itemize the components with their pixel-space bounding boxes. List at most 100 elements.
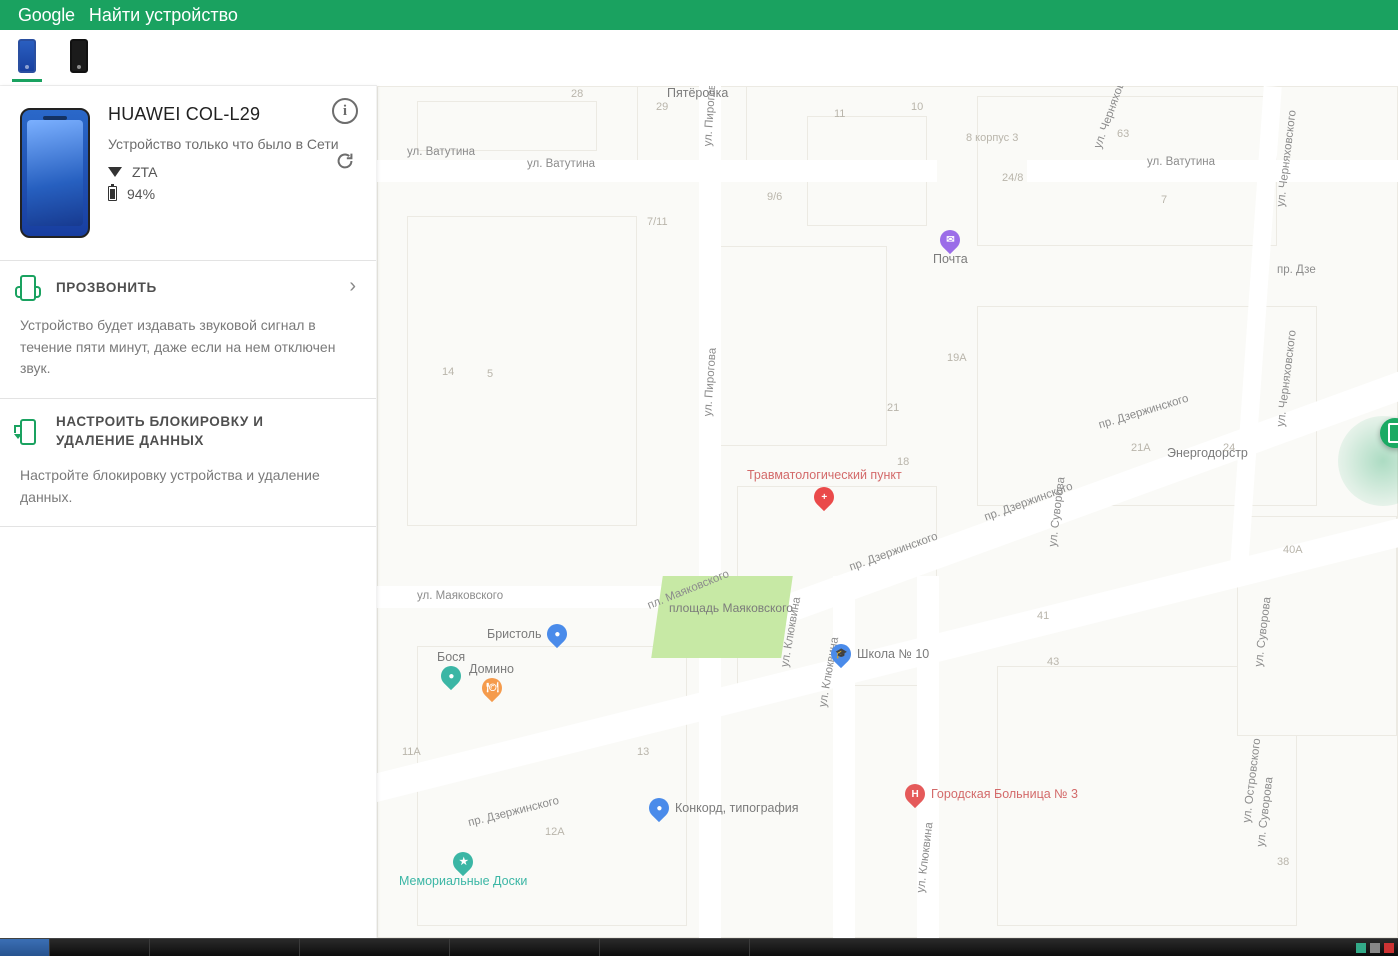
map[interactable]: ул. Ватутина ул. Ватутина ул. Ватутина у… [377,86,1398,938]
poi-label: Домино [469,662,514,676]
task-item[interactable] [150,939,300,956]
poi-travmpunkt[interactable]: Травматологический пункт + [747,468,902,507]
poi-label: Бристоль [487,627,541,641]
pin-icon: ● [645,794,673,822]
road-label: ул. Ватутина [527,158,595,170]
house-num: 11A [402,746,421,758]
info-button[interactable]: i [332,98,358,124]
poi-label: Почта [933,252,968,266]
wifi-name: ZTA [132,164,157,180]
device-name: HUAWEI COL-L29 [108,104,356,125]
poi-memorial[interactable]: ★ Мемориальные Доски [399,852,527,888]
house-num: 21A [1131,442,1151,454]
square-label: площадь Маяковского [669,601,793,616]
poi-pyaterochka[interactable]: Пятёрочка [667,86,728,100]
ring-icon [20,275,36,301]
action-secure-title: НАСТРОИТЬ БЛОКИРОВКУ И УДАЛЕНИЕ ДАННЫХ [56,413,316,451]
action-secure[interactable]: НАСТРОИТЬ БЛОКИРОВКУ И УДАЛЕНИЕ ДАННЫХ Н… [0,399,376,527]
poi-bosya[interactable]: Бося ● [437,650,465,686]
house-num: 19A [947,352,967,364]
poi-label: Травматологический пункт [747,468,902,483]
refresh-button[interactable] [332,148,358,174]
pin-icon: + [810,483,838,511]
poi-konkord[interactable]: ● Конкорд, типография [649,798,799,818]
device-marker-icon [1380,418,1398,448]
device-info: HUAWEI COL-L29 Устройство только что был… [108,104,356,238]
poi-label: Мемориальные Доски [399,874,527,888]
pin-icon: ★ [449,848,477,876]
road-label: ул. Маяковского [417,590,503,602]
house-num: 63 [1117,128,1129,140]
poi-school10[interactable]: 🎓 Школа № 10 [831,644,929,664]
house-num: 12A [545,826,565,838]
task-item[interactable] [50,939,150,956]
sidebar: HUAWEI COL-L29 Устройство только что был… [0,86,377,938]
house-num: 38 [1277,856,1289,868]
house-num: 21 [887,402,899,414]
house-num: 43 [1047,656,1059,668]
poi-pochta[interactable]: ✉ Почта [933,230,968,266]
house-num: 24 [1223,442,1235,454]
house-num: 18 [897,456,909,468]
poi-hospital3[interactable]: H Городская Больница № 3 [905,784,1078,804]
poi-label: Пятёрочка [667,86,728,100]
task-item[interactable] [450,939,600,956]
house-num: 9/6 [767,191,782,203]
battery-level: 94% [127,186,155,202]
pin-icon: 🎓 [827,640,855,668]
poi-energo[interactable]: Энергодорстр [1167,446,1248,460]
device-tab-2[interactable] [64,34,94,82]
app-header: Google Найти устройство [0,0,1398,30]
house-num: 11 [834,108,845,120]
action-ring-title: ПРОЗВОНИТЬ [56,279,157,298]
action-ring[interactable]: ПРОЗВОНИТЬ › Устройство будет издавать з… [0,261,376,399]
task-item[interactable] [300,939,450,956]
house-num: 13 [637,746,649,758]
house-num: 10 [911,101,923,113]
poi-label: Конкорд, типография [675,801,799,815]
house-num: 40A [1283,544,1303,556]
page-title: Найти устройство [89,5,238,26]
taskbar[interactable] [0,938,1398,956]
lock-icon [20,419,36,445]
house-num: 24/8 [1002,172,1023,184]
poi-bristol[interactable]: Бристоль ● [487,624,567,644]
phone-icon [70,39,88,73]
poi-label: Бося [437,650,465,664]
action-secure-desc: Настройте блокировку устройства и удален… [20,465,356,508]
system-tray[interactable] [1352,939,1398,956]
poi-label: Энергодорстр [1167,446,1248,460]
house-num: 5 [487,368,493,380]
device-tab-1[interactable] [12,34,42,82]
poi-label: Городская Больница № 3 [931,787,1078,802]
task-item[interactable] [600,939,750,956]
device-image [20,108,90,238]
google-logo: Google [18,5,75,26]
device-card: HUAWEI COL-L29 Устройство только что был… [0,86,376,261]
battery-status: 94% [108,186,356,202]
road-label: ул. Ватутина [407,146,475,158]
start-button[interactable] [0,939,50,956]
battery-icon [108,186,117,201]
pin-icon: 🍽 [477,674,505,702]
pin-icon: ● [437,662,465,690]
refresh-icon [334,150,356,172]
pin-icon: H [901,780,929,808]
poi-label: Школа № 10 [857,647,929,661]
wifi-status: ZTA [108,164,356,180]
house-num: 7 [1161,194,1167,206]
device-tabs [0,30,377,86]
house-num: 8 корпус 3 [966,132,1018,144]
device-status-text: Устройство только что было в Сети [108,135,356,154]
pin-icon: ✉ [936,226,964,254]
pin-icon: ● [543,620,571,648]
phone-icon [18,39,36,73]
house-num: 7/11 [647,216,668,228]
house-num: 29 [656,101,668,113]
wifi-icon [108,167,122,177]
road-label: ул. Ватутина [1147,156,1215,168]
chevron-right-icon: › [349,275,356,298]
house-num: 14 [442,366,454,378]
poi-domino[interactable]: Домино 🍽 [469,662,514,698]
house-num: 41 [1037,610,1049,622]
